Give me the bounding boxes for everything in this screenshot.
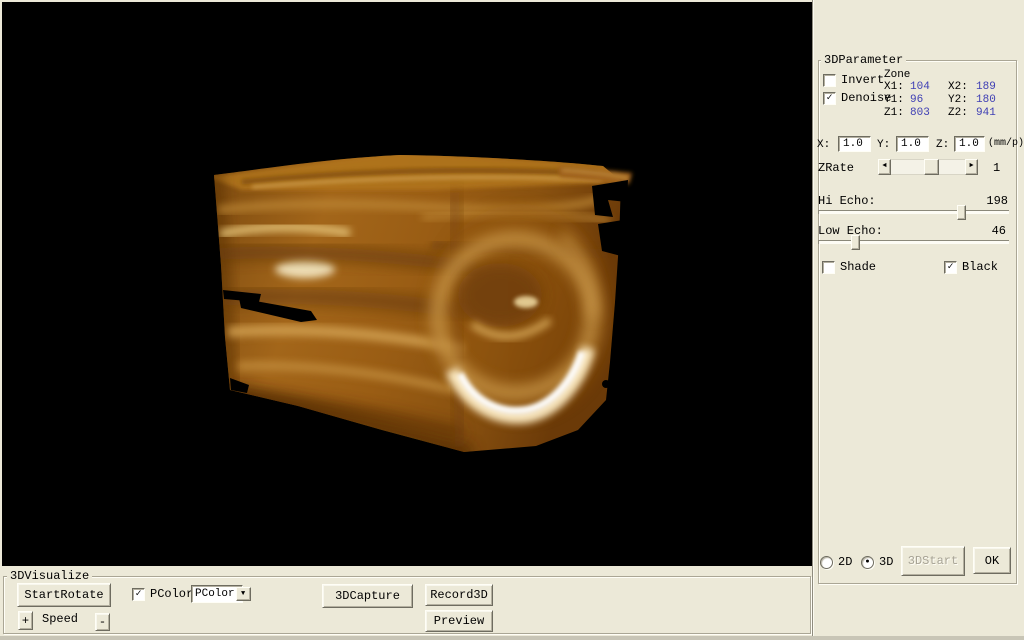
record3d-button[interactable]: Record3D xyxy=(425,584,493,606)
y-scale-label: Y: xyxy=(877,139,890,151)
zone-z2-label: Z2: xyxy=(948,107,976,120)
black-checkbox[interactable]: ✓ Black xyxy=(944,260,998,274)
zone-title: Zone xyxy=(884,69,910,81)
mode-3d-label: 3D xyxy=(879,555,893,569)
speed-plus-button[interactable]: + xyxy=(18,611,33,630)
zone-z1-label: Z1: xyxy=(884,107,910,120)
zrate-scroll-left-icon[interactable]: ◄ xyxy=(878,159,891,175)
dropdown-arrow-icon[interactable]: ▼ xyxy=(236,587,251,601)
pcolor-label: PColor xyxy=(150,587,193,601)
low-echo-value: 46 xyxy=(978,224,1006,238)
denoise-checkbox[interactable]: ✓ Denoise xyxy=(823,91,891,105)
invert-label: Invert xyxy=(841,73,884,87)
window-bottom-edge xyxy=(0,636,1024,640)
black-check-mark: ✓ xyxy=(947,262,953,273)
pcolor-check-mark: ✓ xyxy=(135,589,141,600)
zone-x1-value: 104 xyxy=(910,81,948,94)
invert-checkbox-box xyxy=(823,74,836,87)
denoise-check-mark: ✓ xyxy=(826,93,832,104)
preview-button[interactable]: Preview xyxy=(425,610,493,632)
x-scale-field[interactable]: 1.0 xyxy=(838,136,871,152)
zone-z2-value: 941 xyxy=(976,107,1012,120)
pcolor-checkbox[interactable]: ✓ PColor xyxy=(132,587,193,601)
zrate-scroll-right-icon[interactable]: ► xyxy=(965,159,978,175)
zrate-value: 1 xyxy=(993,161,1000,175)
z-scale-field[interactable]: 1.0 xyxy=(954,136,985,152)
mode-3d-radio-dot: ● xyxy=(865,558,869,566)
zone-y1-label: Y1: xyxy=(884,94,910,107)
scale-unit-label: (mm/p) xyxy=(988,138,1024,149)
ok-button[interactable]: OK xyxy=(973,547,1011,574)
zone-values: X1: 104 X2: 189 Y1: 96 Y2: 180 Z1: 803 Z… xyxy=(884,81,1012,120)
zrate-scroll-track[interactable] xyxy=(891,159,965,175)
pcolor-dropdown[interactable]: PColor ▼ xyxy=(191,585,243,603)
hi-echo-label: Hi Echo: xyxy=(818,194,876,208)
z-scale-label: Z: xyxy=(936,139,949,151)
invert-checkbox[interactable]: Invert xyxy=(823,73,884,87)
shade-label: Shade xyxy=(840,260,876,274)
denoise-checkbox-box: ✓ xyxy=(823,92,836,105)
start-rotate-button[interactable]: StartRotate xyxy=(17,583,111,607)
zone-z1-value: 803 xyxy=(910,107,948,120)
mode-2d-radio[interactable]: 2D xyxy=(820,555,852,569)
black-label: Black xyxy=(962,260,998,274)
zone-y1-value: 96 xyxy=(910,94,948,107)
zone-x2-value: 189 xyxy=(976,81,1012,94)
zone-y2-label: Y2: xyxy=(948,94,976,107)
shade-checkbox-box xyxy=(822,261,835,274)
speed-minus-button[interactable]: - xyxy=(95,613,110,631)
mode-2d-radio-circle xyxy=(820,556,833,569)
zone-x1-label: X1: xyxy=(884,81,910,94)
mode-2d-label: 2D xyxy=(838,555,852,569)
zrate-label: ZRate xyxy=(818,161,854,175)
pcolor-dropdown-value: PColor xyxy=(192,586,235,602)
x-scale-label: X: xyxy=(817,139,830,151)
volume-render xyxy=(2,2,812,566)
visualize-group-title: 3DVisualize xyxy=(7,569,92,583)
zone-y2-value: 180 xyxy=(976,94,1012,107)
3dcapture-button[interactable]: 3DCapture xyxy=(322,584,413,608)
low-echo-slider-track[interactable] xyxy=(818,240,1009,244)
pcolor-checkbox-box: ✓ xyxy=(132,588,145,601)
hi-echo-value: 198 xyxy=(978,194,1008,208)
zrate-scrollbar[interactable]: ◄ ► xyxy=(878,159,978,175)
hi-echo-slider-thumb[interactable] xyxy=(957,205,966,220)
parameter-group-title: 3DParameter xyxy=(821,53,906,67)
zrate-scroll-thumb[interactable] xyxy=(924,159,939,175)
low-echo-slider-thumb[interactable] xyxy=(851,235,860,250)
3dstart-button[interactable]: 3DStart xyxy=(901,546,965,576)
mode-3d-radio-circle: ● xyxy=(861,556,874,569)
shade-checkbox[interactable]: Shade xyxy=(822,260,876,274)
zone-x2-label: X2: xyxy=(948,81,976,94)
app-window: 3DParameter Invert ✓ Denoise Zone X1: 10… xyxy=(0,0,1024,640)
speed-label: Speed xyxy=(42,612,78,626)
hi-echo-slider-track[interactable] xyxy=(818,210,1009,214)
y-scale-field[interactable]: 1.0 xyxy=(896,136,929,152)
3d-viewport[interactable] xyxy=(2,2,812,566)
black-checkbox-box: ✓ xyxy=(944,261,957,274)
mode-3d-radio[interactable]: ● 3D xyxy=(861,555,893,569)
